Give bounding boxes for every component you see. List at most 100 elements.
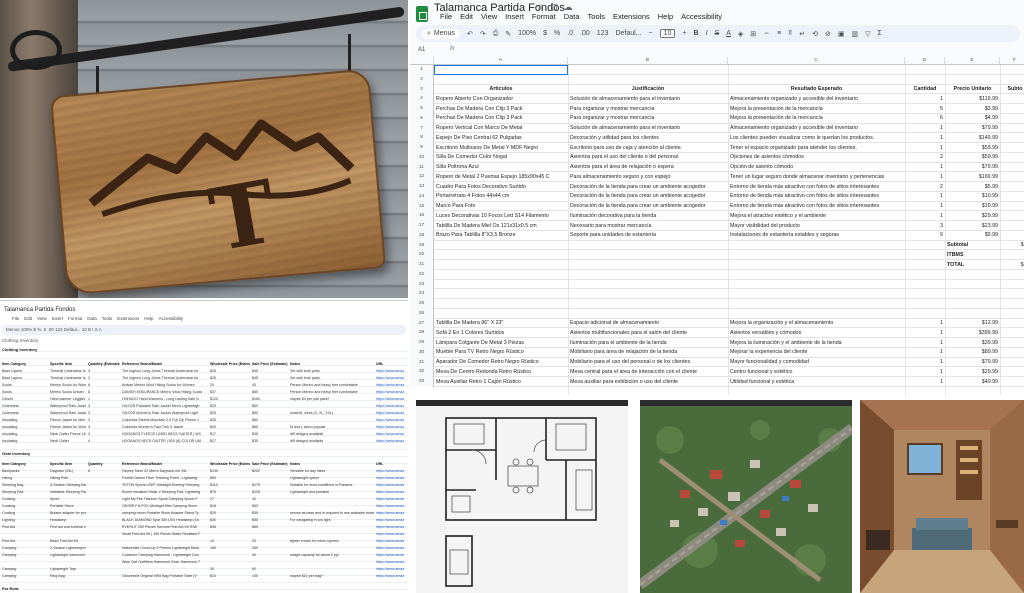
number-format-button[interactable]: 123 — [597, 30, 609, 37]
font-size-input[interactable]: 10 — [659, 29, 676, 38]
mini-data-cell[interactable]: https://www.amaz — [376, 553, 406, 557]
item-cell[interactable]: Opciones de asientos cómodos — [730, 154, 903, 160]
item-cell[interactable]: $ — [1002, 96, 1024, 102]
sheet-grid[interactable]: A B C D E F 1 2 3 4 5 6 7 8 9 10 11 12 13 14 15 16 17 18 19 20 21 2… — [410, 57, 1024, 395]
mini-data-cell[interactable]: https://www.amaz — [376, 574, 406, 578]
item-cell[interactable]: $23.99 — [947, 223, 998, 229]
menu-item[interactable]: View — [481, 12, 497, 21]
item-cell[interactable]: Tablilla De Madera 96" X 23" — [436, 320, 566, 326]
menu-item[interactable]: Edit — [460, 12, 473, 21]
item-cell[interactable]: Decoración de la tienda para crear un am… — [570, 184, 726, 190]
mini-data-cell[interactable]: https://www.amaz — [376, 404, 406, 408]
bold-icon[interactable]: B — [694, 30, 699, 37]
item-cell[interactable]: 1 — [907, 174, 943, 180]
item-cell[interactable]: $89.99 — [947, 349, 998, 355]
item-cell[interactable]: Mueble Para TV Retro Negro Rústico — [436, 349, 566, 355]
row-header[interactable]: 13 — [410, 182, 434, 192]
row-header[interactable]: 21 — [410, 260, 434, 270]
menu-item[interactable]: Tools — [588, 12, 606, 21]
mini-data-cell[interactable]: https://www.amaz — [376, 532, 406, 536]
item-cell[interactable]: $79.99 — [947, 359, 998, 365]
chart-icon[interactable]: ▥ — [851, 30, 858, 38]
item-cell[interactable]: Mejora la presentación de la mercancía — [730, 106, 903, 112]
mini-data-cell[interactable]: https://www.amaz — [376, 539, 406, 543]
mini-data-cell[interactable]: https://www.amaz — [376, 511, 406, 515]
item-cell[interactable]: 1 — [907, 369, 943, 375]
text-color-icon[interactable]: A — [726, 30, 731, 37]
mini-data-cell[interactable]: https://www.amaz — [376, 497, 406, 501]
mini-data-cell[interactable]: https://www.amaz — [376, 476, 406, 480]
borders-icon[interactable]: ⊞ — [750, 30, 756, 38]
item-cell[interactable]: Entorno de tienda más atractivo con foto… — [730, 203, 903, 209]
currency-button[interactable]: $ — [543, 30, 547, 37]
item-cell[interactable]: $4.99 — [947, 115, 998, 121]
valign-icon[interactable]: ⫪ — [788, 30, 792, 38]
mini-data-cell[interactable]: https://www.amaz — [376, 432, 406, 436]
item-cell[interactable]: Sofá 2 En 1 Colores Surtidos — [436, 330, 566, 336]
item-cell[interactable]: Asientos multifuncionales para el salón … — [570, 330, 726, 336]
item-cell[interactable]: 1 — [907, 340, 943, 346]
percent-button[interactable]: % — [554, 30, 560, 37]
mini-data-cell[interactable]: https://www.amaz — [376, 504, 406, 508]
row-header[interactable]: 5 — [410, 104, 434, 114]
item-cell[interactable]: $ — [1002, 330, 1024, 336]
row-header[interactable]: 16 — [410, 211, 434, 221]
item-cell[interactable]: Centro funcional y estético — [730, 369, 903, 375]
name-box[interactable]: A1 — [418, 47, 425, 53]
item-cell[interactable]: Espejo De Piso Central 62 Pulgadas — [436, 135, 566, 141]
column-header[interactable]: A — [434, 57, 568, 65]
mini-data-cell[interactable]: https://www.amaz — [376, 469, 406, 473]
row-header[interactable]: 25 — [410, 299, 434, 309]
mini-data-cell[interactable]: https://www.amaz — [376, 439, 406, 443]
column-header[interactable]: C — [728, 57, 905, 65]
item-cell[interactable]: Silla De Comedor Color Nogal — [436, 154, 566, 160]
item-cell[interactable]: 1 — [907, 320, 943, 326]
menu-item[interactable]: Insert — [505, 12, 524, 21]
item-cell[interactable]: Lámpara Colgante De Metal 3 Piezas — [436, 340, 566, 346]
item-cell[interactable]: $79.99 — [947, 125, 998, 131]
row-header[interactable]: 1 — [410, 65, 434, 75]
mini-data-cell[interactable]: https://www.amaz — [376, 490, 406, 494]
mini-data-cell[interactable]: https://www.amaz — [376, 390, 406, 394]
mini-data-cell[interactable]: https://www.amaz — [376, 525, 406, 529]
column-title-articulos[interactable]: Articulos — [436, 86, 566, 92]
mini-data-cell[interactable]: https://www.amaz — [376, 376, 406, 380]
item-cell[interactable]: Asientos para el área de relajación o es… — [570, 164, 726, 170]
item-cell[interactable]: 1 — [907, 145, 943, 151]
item-cell[interactable]: Para organizar y mostrar mercancía — [570, 106, 726, 112]
item-cell[interactable]: $399.99 — [947, 330, 998, 336]
item-cell[interactable]: Silla Poltrona Azul — [436, 164, 566, 170]
redo-icon[interactable]: ↷ — [480, 30, 486, 38]
menu-item[interactable]: File — [440, 12, 452, 21]
item-cell[interactable]: 1 — [907, 193, 943, 199]
menu-item[interactable]: Data — [564, 12, 580, 21]
item-cell[interactable]: $9.99 — [947, 232, 998, 238]
item-cell[interactable]: Mejora la presentación de la mercancía — [730, 115, 903, 121]
menus-search[interactable]: ⌕ Menus — [422, 28, 460, 39]
item-cell[interactable]: 1 — [907, 359, 943, 365]
item-cell[interactable]: $59.99 — [947, 154, 998, 160]
item-cell[interactable]: 1 — [907, 203, 943, 209]
link-icon[interactable]: ⊘ — [825, 30, 831, 38]
row-header[interactable]: 33 — [410, 377, 434, 387]
item-cell[interactable]: Mejora el atractivo estético y el ambien… — [730, 213, 903, 219]
item-cell[interactable]: $59.99 — [947, 145, 998, 151]
item-cell[interactable]: $119.99 — [947, 96, 998, 102]
item-cell[interactable]: Tablilla De Madera Miel Os 121x31x0.5 cm — [436, 223, 566, 229]
item-cell[interactable]: Escritorio para uso de caja y atención a… — [570, 145, 726, 151]
item-cell[interactable]: Ropero Vertical Con Marco De Metal — [436, 125, 566, 131]
column-title-precio[interactable]: Precio Unitario — [947, 86, 998, 92]
item-cell[interactable]: $3.99 — [947, 106, 998, 112]
item-cell[interactable]: Soporte para unidades de estantería — [570, 232, 726, 238]
row-header[interactable]: 32 — [410, 367, 434, 377]
mini-data-cell[interactable]: https://www.amaz — [376, 567, 406, 571]
mini-data-cell[interactable]: https://www.amaz — [376, 418, 406, 422]
total-label[interactable]: TOTAL — [947, 262, 998, 268]
column-title-subtotal[interactable]: Subto — [1002, 86, 1024, 92]
item-cell[interactable]: Luces Decorativas 10 Focos Led S14 Filam… — [436, 213, 566, 219]
total-value[interactable]: $1. — [1002, 262, 1024, 268]
zoom-select[interactable]: 100% — [518, 30, 536, 37]
row-header[interactable]: 19 — [410, 240, 434, 251]
strikethrough-icon[interactable]: S — [715, 30, 720, 37]
item-cell[interactable]: $49.99 — [947, 379, 998, 385]
